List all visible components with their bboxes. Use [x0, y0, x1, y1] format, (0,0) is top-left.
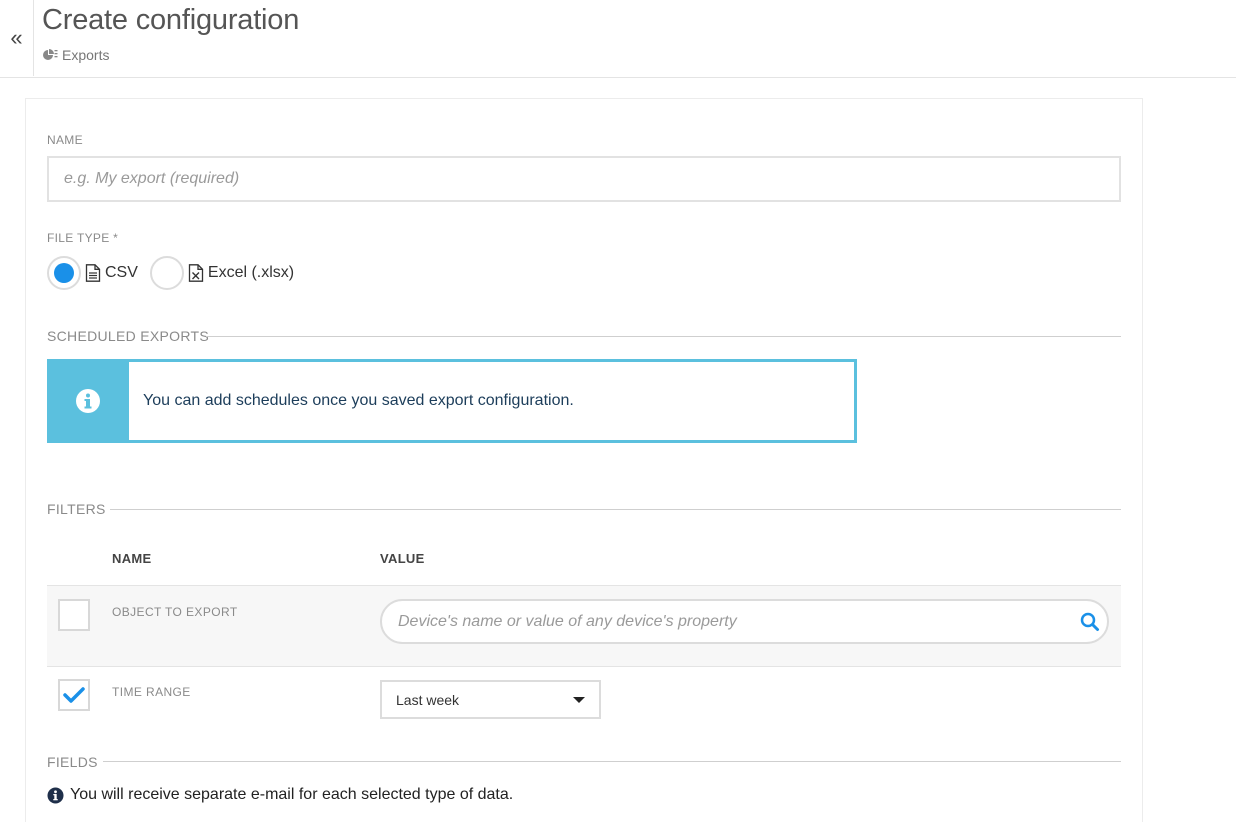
name-input[interactable] — [47, 156, 1121, 202]
filters-column-value: VALUE — [380, 551, 425, 566]
fields-heading: FIELDS — [47, 754, 98, 770]
collapse-sidebar-button[interactable]: « — [0, 0, 34, 76]
csv-option[interactable]: CSV — [85, 264, 138, 282]
section-divider — [103, 761, 1121, 762]
time-range-checkbox[interactable] — [58, 679, 90, 711]
page-title: Create configuration — [42, 4, 300, 36]
scheduled-exports-heading: SCHEDULED EXPORTS — [47, 328, 209, 344]
csv-file-icon — [85, 264, 101, 282]
object-search-input[interactable] — [382, 601, 1073, 642]
filters-heading: FILTERS — [47, 501, 106, 517]
time-range-select[interactable]: Last week — [380, 680, 601, 719]
caret-down-icon — [573, 696, 585, 703]
fields-info-text: You will receive separate e-mail for eac… — [70, 786, 514, 803]
radio-selected-dot — [54, 263, 74, 283]
scheduled-info-message: You can add schedules once you saved exp… — [143, 392, 574, 409]
page-header: « Create configuration Exports — [0, 0, 1236, 78]
excel-option[interactable]: Excel (.xlsx) — [188, 264, 294, 282]
checkmark-icon — [63, 687, 85, 703]
section-divider — [110, 509, 1121, 510]
info-circle-icon — [47, 787, 64, 803]
csv-radio[interactable] — [47, 256, 81, 290]
excel-label: Excel (.xlsx) — [207, 264, 295, 281]
file-type-radio-group: CSV Excel (.xlsx) — [47, 256, 306, 290]
excel-file-icon — [188, 264, 204, 282]
name-label: NAME — [47, 133, 83, 147]
breadcrumb[interactable]: Exports — [42, 47, 109, 63]
csv-label: CSV — [105, 264, 138, 281]
filters-column-name: NAME — [112, 551, 152, 566]
object-search-field — [380, 599, 1109, 644]
breadcrumb-exports[interactable]: Exports — [62, 47, 109, 63]
filter-name-object: OBJECT TO EXPORT — [112, 605, 238, 619]
file-type-label: FILE TYPE * — [47, 231, 119, 245]
info-icon — [76, 389, 100, 413]
time-range-value: Last week — [396, 691, 460, 708]
search-icon[interactable] — [1073, 612, 1107, 632]
double-chevron-left-icon: « — [10, 25, 23, 50]
exports-icon — [43, 49, 58, 60]
excel-radio[interactable] — [149, 256, 184, 290]
filter-name-time-range: TIME RANGE — [112, 685, 191, 699]
scheduled-info-alert: You can add schedules once you saved exp… — [47, 359, 857, 443]
alert-icon-panel — [47, 359, 129, 443]
fields-info: You will receive separate e-mail for eac… — [47, 786, 513, 804]
object-to-export-checkbox[interactable] — [58, 599, 90, 631]
section-divider — [206, 336, 1121, 337]
